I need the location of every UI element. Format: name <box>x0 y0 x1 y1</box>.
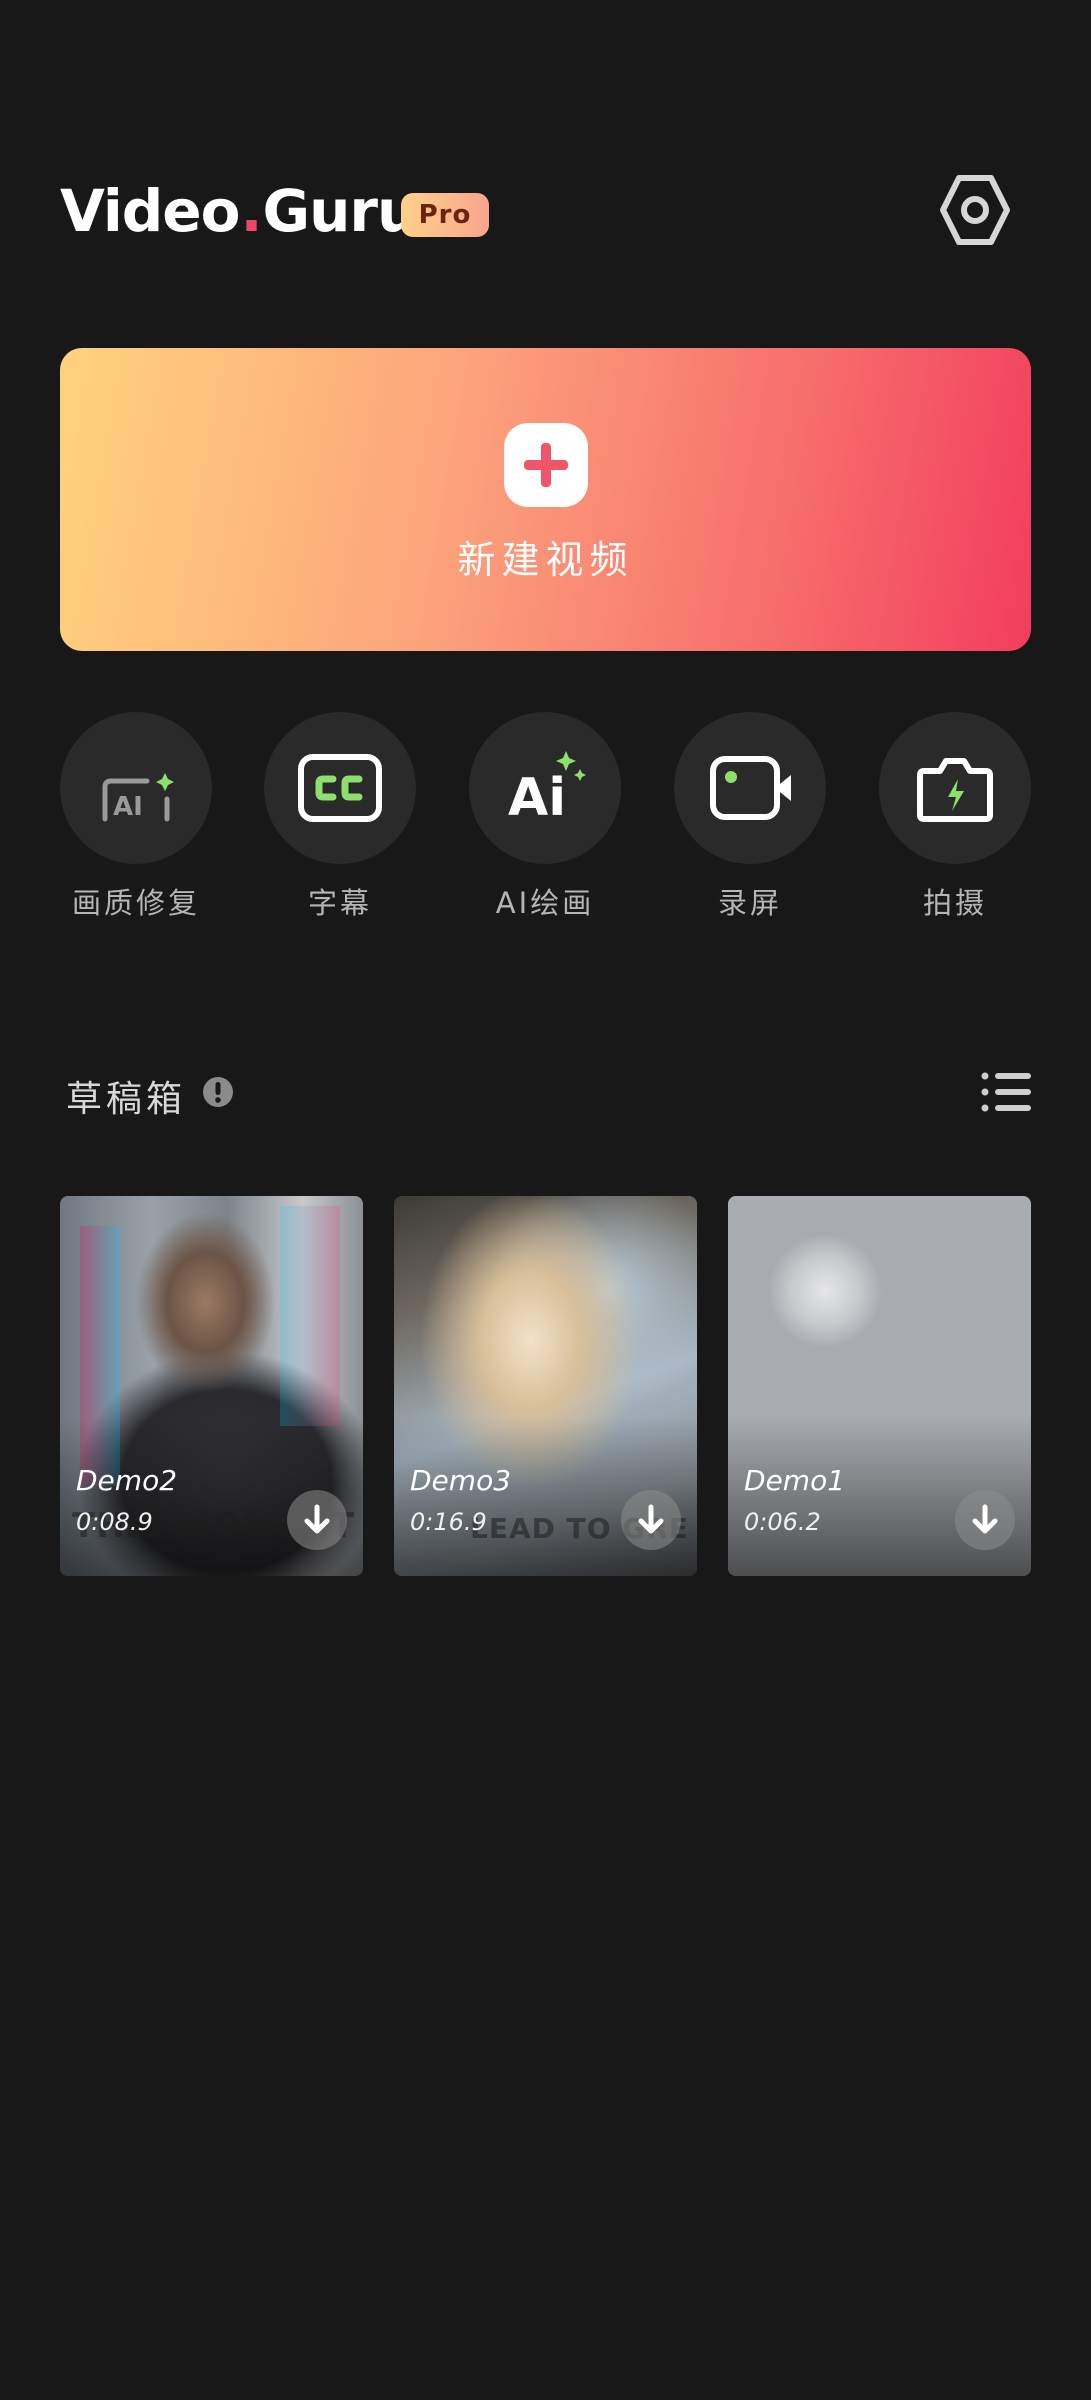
draft-card-demo1[interactable]: Demo1 0:06.2 <box>728 1196 1031 1576</box>
info-icon[interactable] <box>202 1076 234 1108</box>
logo-text-guru: Guru <box>262 177 419 245</box>
tool-enhance[interactable]: AI 画质修复 <box>60 712 212 922</box>
tool-screen-record-label: 录屏 <box>717 886 782 920</box>
tool-camera-label: 拍摄 <box>922 886 987 920</box>
tool-subtitle-circle <box>264 712 416 864</box>
tool-camera[interactable]: 拍摄 <box>879 712 1031 922</box>
tool-enhance-label: 画质修复 <box>71 886 200 920</box>
draft-name: Demo3 <box>410 1464 512 1497</box>
app-header: Video. Guru Pro <box>60 170 1031 250</box>
pro-badge[interactable]: Pro <box>401 193 489 237</box>
svg-text:AI: AI <box>113 792 143 822</box>
draft-card-demo2[interactable]: THIS MOMENT Demo2 0:08.9 <box>60 1196 363 1576</box>
new-video-card[interactable]: 新建视频 <box>60 348 1031 651</box>
download-icon <box>638 1504 664 1534</box>
camera-icon <box>917 758 993 822</box>
download-button[interactable] <box>621 1490 681 1550</box>
screen-record-icon <box>710 756 791 820</box>
download-icon <box>972 1504 998 1534</box>
settings-button[interactable] <box>935 170 1015 250</box>
tool-ai-painting-label: AI绘画 <box>495 886 595 920</box>
plus-icon <box>503 423 588 507</box>
list-view-icon[interactable] <box>981 1070 1031 1114</box>
cc-subtitle-icon <box>298 754 382 822</box>
download-icon <box>304 1504 330 1534</box>
tool-screen-record-circle <box>674 712 826 864</box>
tool-subtitle[interactable]: 字幕 <box>264 712 416 922</box>
ai-painting-icon: Ai <box>508 751 586 828</box>
draft-duration: 0:16.9 <box>410 1508 487 1536</box>
logo-text-video: Video <box>60 177 240 245</box>
hexagon-settings-icon <box>940 175 1010 245</box>
draft-name: Demo1 <box>744 1464 846 1497</box>
app-logo: Video. Guru <box>60 176 419 246</box>
tool-enhance-circle: AI <box>60 712 212 864</box>
tool-subtitle-label: 字幕 <box>307 886 372 920</box>
ai-enhance-icon: AI <box>102 773 174 822</box>
draft-card-demo3[interactable]: LEAD TO GRE Demo3 0:16.9 <box>394 1196 697 1576</box>
drafts-header: 草稿箱 <box>66 1060 1031 1124</box>
tools-row: AI 画质修复 字幕 Ai AI绘画 录屏 拍摄 <box>60 712 1031 922</box>
draft-duration: 0:08.9 <box>76 1508 153 1536</box>
tool-ai-painting[interactable]: Ai AI绘画 <box>469 712 621 922</box>
drafts-grid: THIS MOMENT Demo2 0:08.9 LEAD TO GRE Dem… <box>60 1196 1031 1576</box>
tool-screen-record[interactable]: 录屏 <box>674 712 826 922</box>
tool-ai-painting-circle: Ai <box>469 712 621 864</box>
svg-text:Ai: Ai <box>508 768 566 828</box>
new-video-label: 新建视频 <box>457 538 634 582</box>
logo-dot: . <box>240 177 262 245</box>
download-button[interactable] <box>287 1490 347 1550</box>
drafts-title: 草稿箱 <box>66 1079 187 1120</box>
draft-duration: 0:06.2 <box>744 1508 821 1536</box>
tool-camera-circle <box>879 712 1031 864</box>
download-button[interactable] <box>955 1490 1015 1550</box>
draft-name: Demo2 <box>76 1464 178 1497</box>
